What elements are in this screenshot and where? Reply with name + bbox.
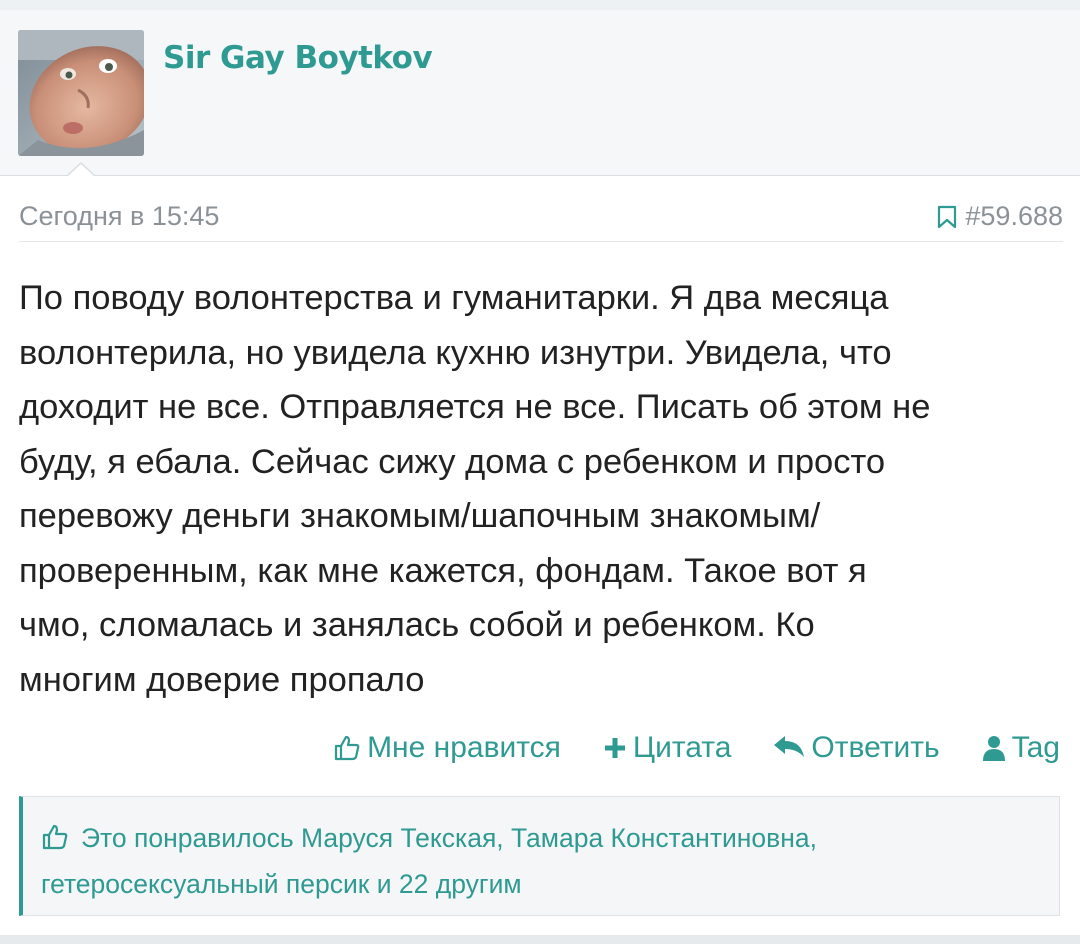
quote-label: Цитата xyxy=(632,731,732,764)
likes-summary: Это понравилось Маруся Текская, Тамара К… xyxy=(19,796,1060,916)
reply-icon xyxy=(774,736,805,757)
post-card: Сегодня в 15:45 #59.688 По поводу волонт… xyxy=(0,162,1080,936)
tag-label: Tag xyxy=(1011,731,1060,764)
bookmark-icon xyxy=(938,205,957,228)
bottom-strip xyxy=(0,935,1080,944)
plus-icon xyxy=(604,738,625,758)
post-permalink[interactable]: #59.688 xyxy=(937,201,1063,232)
post-meta: Сегодня в 15:45 #59.688 xyxy=(19,201,1063,242)
thumbs-up-icon xyxy=(334,735,360,761)
post-actions: Мне нравится Цитата Ответить Tag xyxy=(333,731,1060,765)
quote-button[interactable]: Цитата xyxy=(603,731,731,765)
pointer-arrow-inner xyxy=(67,164,95,177)
avatar[interactable] xyxy=(18,30,144,156)
like-button[interactable]: Мне нравится xyxy=(333,731,561,765)
likes-text: Это понравилось Маруся Текская, Тамара К… xyxy=(41,823,817,899)
thumbs-up-icon xyxy=(42,824,68,850)
user-icon xyxy=(982,736,1005,761)
post-header: Sir Gay Boytkov xyxy=(0,10,1080,175)
tag-button[interactable]: Tag xyxy=(982,731,1060,765)
post-number: #59.688 xyxy=(965,201,1063,231)
avatar-photo xyxy=(18,30,144,156)
reply-label: Ответить xyxy=(811,731,940,764)
post-body: По поводу волонтерства и гуманитарки. Я … xyxy=(19,279,931,699)
post-date[interactable]: Сегодня в 15:45 xyxy=(19,201,219,232)
like-label: Мне нравится xyxy=(367,731,561,764)
reply-button[interactable]: Ответить xyxy=(773,731,940,765)
author-name[interactable]: Sir Gay Boytkov xyxy=(163,40,433,76)
likes-text-wrap[interactable]: Это понравилось Маруся Текская, Тамара К… xyxy=(41,815,1041,907)
